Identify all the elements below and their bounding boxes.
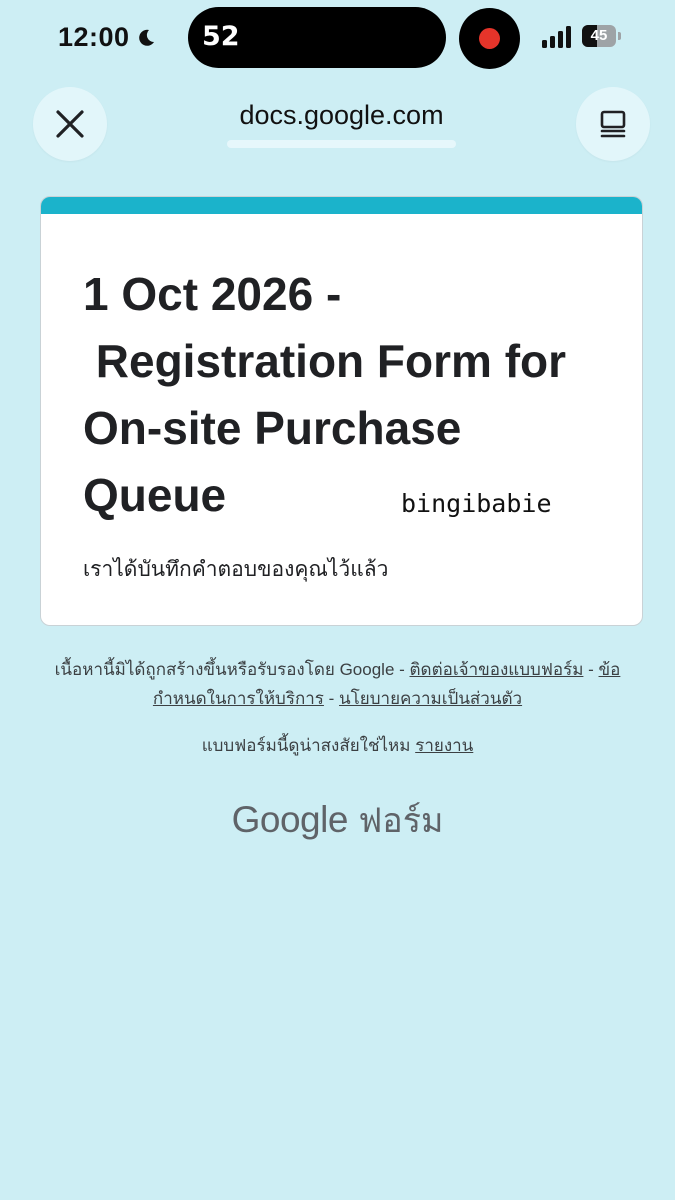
status-time: 12:00 [58,22,156,53]
island-counter: 52 [202,21,240,52]
url-display[interactable]: docs.google.com [170,100,513,131]
close-button[interactable] [33,87,107,161]
battery-icon: 45 [582,25,622,47]
dynamic-island: 52 [188,7,446,68]
form-card: 1 Oct 2026 - Registration Form for On-si… [40,196,643,626]
report-link[interactable]: รายงาน [415,736,473,755]
status-bar: 12:00 52 45 [0,0,675,80]
confirmation-message: เราได้บันทึกคำตอบของคุณไว้แล้ว [83,558,389,581]
disclaimer-text: เนื้อหานี้มิได้ถูกสร้างขึ้นหรือรับรองโดย… [54,660,410,679]
watermark-text: bingibabie [401,489,552,518]
card-accent-bar [41,197,642,214]
moon-icon [138,29,154,46]
clock-text: 12:00 [58,22,130,52]
cellular-signal-icon [542,26,571,48]
screen-recording-indicator [459,8,520,69]
battery-level: 45 [590,27,608,44]
tab-switcher-button[interactable] [576,87,650,161]
disclaimer: เนื้อหานี้มิได้ถูกสร้างขึ้นหรือรับรองโดย… [50,655,625,713]
brand-product-text: ฟอร์ม [358,802,444,840]
google-forms-logo: Google ฟอร์ม [50,793,625,847]
suspicious-text: แบบฟอร์มนี้ดูน่าสงสัยใช่ไหม [201,736,416,755]
tab-switcher-icon [600,110,626,138]
record-dot-icon [479,28,500,49]
contact-owner-link[interactable]: ติดต่อเจ้าของแบบฟอร์ม [410,660,584,679]
url-bar-underline [227,140,456,148]
separator: - [323,689,340,708]
close-icon [56,110,84,138]
separator: - [583,660,599,679]
report-line: แบบฟอร์มนี้ดูน่าสงสัยใช่ไหม รายงาน [50,732,625,759]
brand-google-text: Google [231,799,349,840]
privacy-link[interactable]: นโยบายความเป็นส่วนตัว [339,689,522,708]
